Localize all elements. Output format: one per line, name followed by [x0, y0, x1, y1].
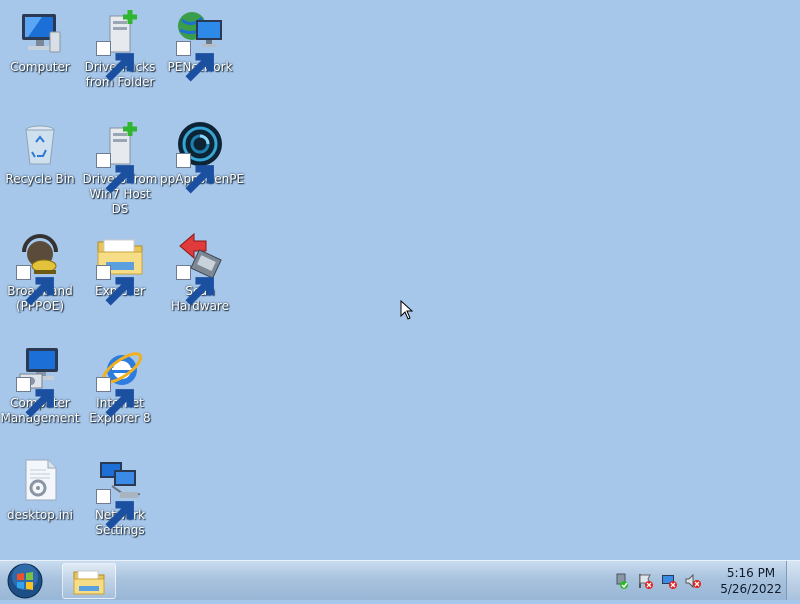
recycle-bin-icon [16, 120, 64, 168]
usb-safely-remove-icon[interactable] [612, 572, 630, 590]
explorer-folder-icon [73, 570, 105, 595]
shortcut-arrow-icon [96, 489, 134, 530]
shortcut-arrow-icon [176, 153, 214, 194]
taskbar: 5:16 PM 5/26/2022 [0, 560, 800, 600]
desktop-icon-computer[interactable]: Computer [0, 0, 80, 100]
computer-icon [16, 8, 64, 56]
clock-time: 5:16 PM [726, 566, 776, 580]
shortcut-arrow-icon [176, 265, 214, 306]
start-button[interactable] [6, 562, 44, 600]
internet-explorer-icon [96, 344, 144, 418]
mouse-cursor-icon [400, 300, 414, 320]
shortcut-arrow-icon [16, 265, 54, 306]
shortcut-arrow-icon [16, 377, 54, 418]
ppappsgenpe-icon [176, 120, 224, 194]
shortcut-arrow-icon [96, 41, 134, 82]
desktop-icon-internet-explorer[interactable]: Internet Explorer 8 [80, 336, 160, 436]
start-orb-icon [7, 563, 43, 599]
system-tray [612, 567, 702, 595]
shortcut-arrow-icon [96, 153, 134, 194]
network-settings-icon [96, 456, 144, 530]
shortcut-arrow-icon [96, 377, 134, 418]
desktop-icon-driverpacks[interactable]: DriverPacks from Folder [80, 0, 160, 100]
desktop-icon-explorer[interactable]: Explorer [80, 224, 160, 324]
icon-label: Recycle Bin [5, 172, 75, 186]
desktop-icon-drivers-host[interactable]: Drivers from Win7 Host DS [80, 112, 160, 216]
desktop-icon-network-settings[interactable]: Network Settings [80, 448, 160, 548]
desktop-icon-penetwork[interactable]: PENetwork [160, 0, 240, 100]
driverpacks-icon [96, 8, 144, 82]
desktop: Computer Recycle Bin Broadband (PPPOE) C… [0, 0, 800, 560]
ini-file-icon [16, 456, 64, 504]
icon-label: desktop.ini [7, 508, 73, 522]
desktop-icon-ppappsgenpe[interactable]: ppAppsGenPE [160, 112, 244, 212]
shortcut-arrow-icon [96, 265, 134, 306]
flag-action-center-icon[interactable] [636, 572, 654, 590]
desktop-icon-desktop-ini[interactable]: desktop.ini [0, 448, 80, 548]
icon-label: Computer [10, 60, 70, 74]
shortcut-arrow-icon [176, 41, 214, 82]
drivers-host-icon [96, 120, 144, 194]
pe-network-icon [176, 8, 224, 82]
computer-management-icon [16, 344, 64, 418]
desktop-icon-recycle-bin[interactable]: Recycle Bin [0, 112, 80, 212]
clock-date: 5/26/2022 [720, 582, 782, 596]
desktop-icon-broadband[interactable]: Broadband (PPPOE) [0, 224, 80, 324]
broadband-icon [16, 232, 64, 306]
folder-icon [96, 232, 144, 306]
desktop-icon-scan-hardware[interactable]: Scan Hardware [160, 224, 240, 324]
show-desktop-button[interactable] [786, 561, 800, 600]
volume-muted-icon[interactable] [684, 572, 702, 590]
network-disconnected-icon[interactable] [660, 572, 678, 590]
taskbar-explorer-button[interactable] [62, 563, 116, 599]
desktop-icon-computer-management[interactable]: Computer Management [0, 336, 80, 436]
scan-hardware-icon [176, 232, 224, 306]
taskbar-clock[interactable]: 5:16 PM 5/26/2022 [712, 565, 790, 597]
